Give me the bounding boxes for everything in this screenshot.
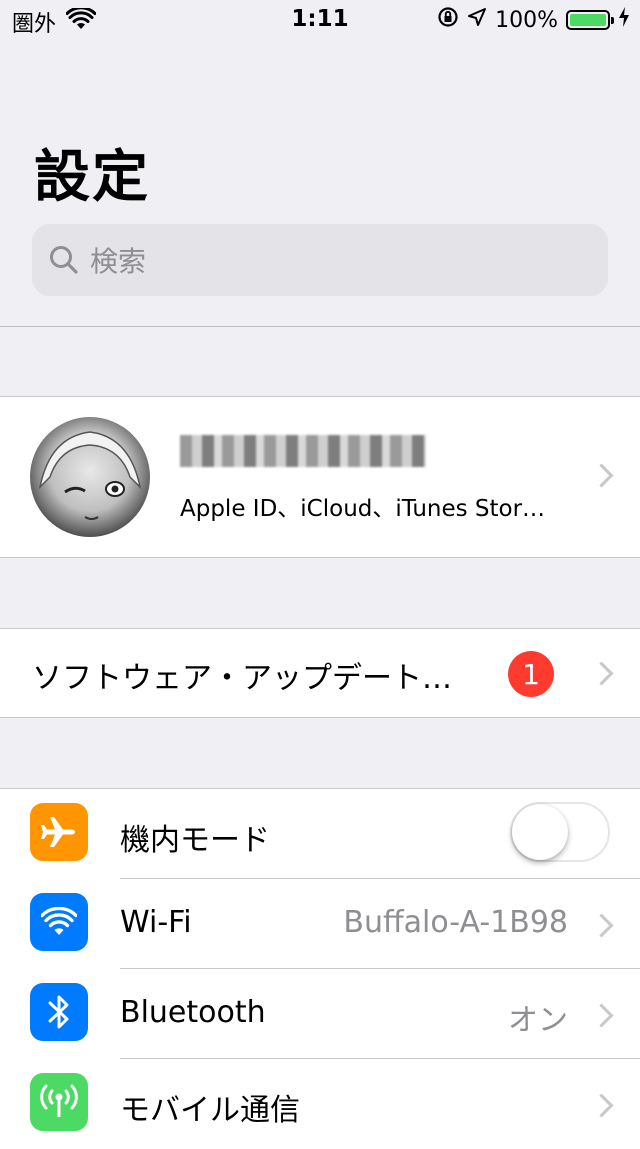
battery-cap	[611, 17, 614, 24]
battery-fill	[570, 14, 606, 26]
cellular-icon	[30, 1073, 88, 1131]
wifi-icon	[30, 893, 88, 951]
settings-row-bluetooth[interactable]: Bluetooth オン	[0, 969, 640, 1059]
wifi-network-value: Buffalo-A-1B98	[343, 905, 568, 940]
profile-row[interactable]: Apple ID、iCloud、iTunes Stor…	[0, 396, 640, 558]
settings-row-label: Bluetooth	[120, 995, 266, 1030]
software-update-row[interactable]: ソフトウェア・アップデート… 1	[0, 628, 640, 718]
settings-row-airplane[interactable]: 機内モード	[0, 789, 640, 879]
location-icon	[467, 7, 487, 33]
chevron-right-icon	[589, 1003, 614, 1028]
software-update-label: ソフトウェア・アップデート…	[32, 661, 452, 696]
search-placeholder: 検索	[90, 245, 147, 278]
settings-row-label: Wi-Fi	[120, 905, 192, 940]
bluetooth-icon	[30, 983, 88, 1041]
status-right: 100%	[437, 6, 630, 34]
search-icon	[50, 246, 78, 274]
settings-group: 機内モード Wi-Fi Buffalo-A-1B98 Bluetooth オン	[0, 788, 640, 1149]
settings-row-label: モバイル通信	[120, 1093, 300, 1128]
account-subtitle: Apple ID、iCloud、iTunes Stor…	[180, 496, 546, 522]
toggle-knob	[512, 804, 568, 860]
airplane-icon	[30, 803, 88, 861]
chevron-right-icon	[589, 661, 614, 686]
header-divider	[0, 326, 640, 327]
rotation-lock-icon	[437, 6, 459, 34]
update-badge: 1	[508, 651, 554, 697]
chevron-right-icon	[589, 463, 614, 488]
settings-row-label: 機内モード	[120, 823, 270, 858]
battery-percent: 100%	[495, 7, 558, 33]
airplane-mode-toggle[interactable]	[510, 802, 610, 862]
battery-icon	[566, 10, 614, 30]
settings-row-wifi[interactable]: Wi-Fi Buffalo-A-1B98	[0, 879, 640, 969]
chevron-right-icon	[589, 1093, 614, 1118]
search-bar[interactable]: 検索	[32, 224, 608, 296]
status-bar: 圏外 1:11 100%	[0, 0, 640, 40]
bluetooth-status-value: オン	[508, 1003, 568, 1038]
avatar	[30, 417, 150, 537]
chevron-right-icon	[589, 913, 614, 938]
page-title: 設定	[34, 145, 150, 210]
account-name-pixelated	[180, 435, 426, 467]
charging-icon	[618, 6, 630, 34]
